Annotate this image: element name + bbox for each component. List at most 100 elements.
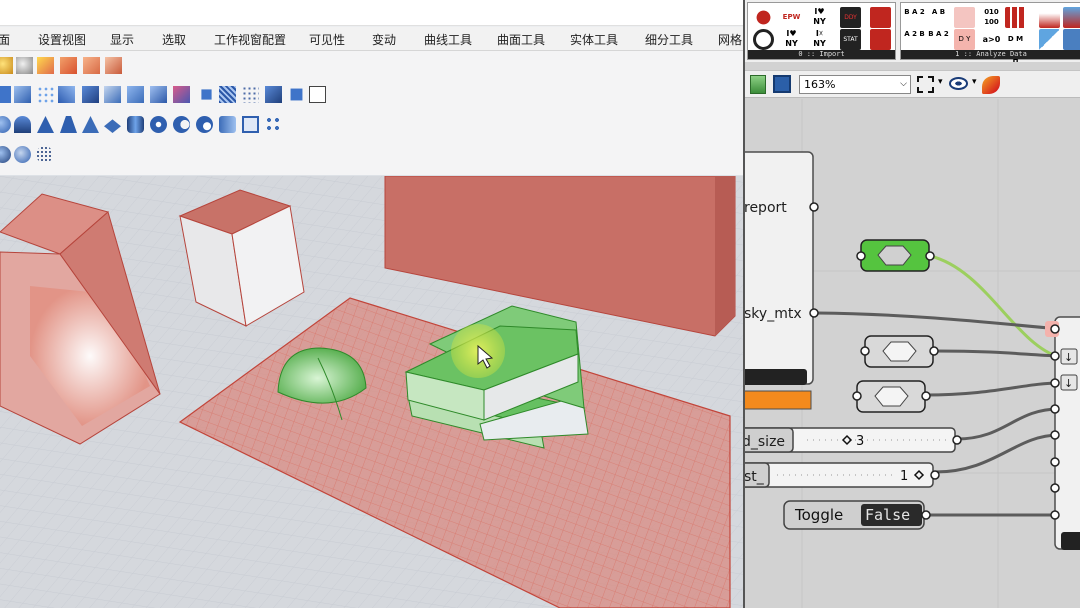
menu-tab-curve-tools[interactable]: 曲线工具: [424, 31, 472, 48]
point-sphere-icon[interactable]: [36, 146, 53, 163]
tube-icon[interactable]: [219, 116, 236, 133]
search-icon[interactable]: [753, 29, 774, 50]
toggle-label: Toggle: [794, 506, 843, 524]
ladybug-icon[interactable]: [753, 7, 774, 28]
save-icon[interactable]: [773, 75, 791, 93]
surface-tool-icon[interactable]: [60, 57, 77, 74]
sort-ab-icon[interactable]: A B: [928, 7, 949, 28]
chart-icon[interactable]: [1063, 29, 1080, 50]
menu-tab-set-view[interactable]: 设置视图: [38, 31, 86, 48]
surface-tool-2-icon[interactable]: [83, 57, 100, 74]
pyramid-icon[interactable]: [82, 116, 99, 133]
render-flame-icon[interactable]: [982, 76, 1000, 94]
i-love-ny-icon[interactable]: I♥ NY: [809, 7, 830, 28]
boolean-toggle[interactable]: Toggle False: [783, 500, 931, 530]
point-cloud-icon[interactable]: [242, 86, 259, 103]
surface-lock-icon[interactable]: [0, 57, 13, 74]
output-port-sky-mtx[interactable]: [809, 308, 819, 318]
i-x-ny-icon[interactable]: I☓ NY: [809, 29, 830, 50]
sphere-icon[interactable]: [0, 116, 11, 133]
torus-partial-icon[interactable]: [173, 116, 190, 133]
menu-tab-viewport-layout[interactable]: 工作视窗配置: [214, 31, 286, 48]
dy-icon[interactable]: D Y: [954, 29, 975, 50]
sort-ba2-icon[interactable]: B A 2: [928, 29, 949, 50]
sweep-icon[interactable]: [58, 86, 75, 103]
menu-tab-display[interactable]: 显示: [110, 31, 134, 48]
open-file-icon[interactable]: [750, 75, 766, 94]
dmh-icon[interactable]: D M H: [1005, 29, 1026, 64]
box-outline-icon[interactable]: [309, 86, 326, 103]
wea-icon[interactable]: [870, 29, 891, 50]
menu-tab-0[interactable]: 面: [0, 31, 10, 48]
thermometer-icon[interactable]: [1039, 7, 1060, 28]
plane-icon[interactable]: [14, 86, 31, 103]
preview-dropdown-icon[interactable]: ▾: [972, 77, 977, 87]
menu-tab-mesh[interactable]: 网格: [718, 31, 742, 48]
i-love-ny-2-icon[interactable]: I♥ NY: [781, 29, 802, 50]
mesh-surface-icon[interactable]: [219, 86, 236, 103]
preview-eye-icon[interactable]: [949, 77, 968, 90]
surface-edit-icon[interactable]: [37, 57, 54, 74]
toggle-value[interactable]: False: [865, 506, 910, 524]
ladybug-component[interactable]: report sky_mtx: [745, 151, 819, 385]
cross-icon[interactable]: A 2 B: [904, 29, 925, 50]
gear-icon[interactable]: [265, 116, 282, 133]
sort-ba-icon[interactable]: B A 2: [904, 7, 925, 28]
heightfield-icon[interactable]: [265, 86, 282, 103]
sphere-solid-icon[interactable]: [14, 146, 31, 163]
number-slider-grid-size[interactable]: d_size 3: [745, 427, 962, 453]
cylinder-icon[interactable]: [127, 116, 144, 133]
number-slider-dist[interactable]: st_ 1: [745, 462, 940, 488]
sketch-icon[interactable]: [917, 76, 934, 93]
orange-panel[interactable]: [745, 390, 812, 410]
zoom-select[interactable]: 163% ⌵: [799, 75, 911, 94]
menu-tab-surface-tools[interactable]: 曲面工具: [497, 31, 545, 48]
green-geometry-param[interactable]: [856, 239, 935, 272]
ellipsoid-icon[interactable]: [150, 116, 167, 133]
dome-icon[interactable]: [14, 116, 31, 133]
grasshopper-canvas-toolbar: 163% ⌵ ▾ ▾: [745, 70, 1080, 98]
menu-tab-subd-tools[interactable]: 细分工具: [645, 31, 693, 48]
small-box-icon[interactable]: [201, 89, 212, 100]
cone-icon[interactable]: [37, 116, 54, 133]
output-port-report[interactable]: [809, 202, 819, 212]
truncated-cone-icon[interactable]: [60, 116, 77, 133]
stat-icon[interactable]: STAT: [840, 29, 861, 50]
hex-grid-icon[interactable]: [954, 7, 975, 28]
drape-icon[interactable]: [173, 86, 190, 103]
sphere-blend-icon[interactable]: [0, 146, 11, 163]
input-report[interactable]: report: [745, 200, 787, 216]
surface-pin-icon[interactable]: [16, 57, 33, 74]
cube-icon[interactable]: [104, 86, 121, 103]
slider-value-grid-size: 3: [856, 434, 864, 449]
menu-tab-solid-tools[interactable]: 实体工具: [570, 31, 618, 48]
pipe-icon[interactable]: [242, 116, 259, 133]
wind-icon[interactable]: [1039, 29, 1060, 50]
sun-path-icon[interactable]: [870, 7, 891, 28]
table-icon[interactable]: [1005, 7, 1026, 28]
perspective-viewport[interactable]: [0, 176, 743, 608]
ddy-icon[interactable]: DDY: [840, 7, 861, 28]
arrow-surface-icon[interactable]: [290, 88, 303, 101]
geometry-param-3[interactable]: [852, 380, 931, 413]
extrude-icon[interactable]: [82, 86, 99, 103]
conditional-icon[interactable]: a>0: [981, 29, 1002, 50]
epw-icon[interactable]: EPW: [781, 7, 802, 28]
binary-icon[interactable]: 010 100: [981, 7, 1002, 28]
torus-icon[interactable]: [196, 116, 213, 133]
menu-tab-transform[interactable]: 变动: [372, 31, 396, 48]
box-icon[interactable]: [0, 86, 11, 103]
loft-icon[interactable]: [127, 86, 144, 103]
gradient-icon[interactable]: [1063, 7, 1080, 28]
menu-tab-visibility[interactable]: 可见性: [309, 31, 345, 48]
grasshopper-canvas[interactable]: report sky_mtx d_size 3 st_ 1 Toggle Fal…: [745, 99, 1080, 608]
surface-tool-3-icon[interactable]: [105, 57, 122, 74]
geometry-param-2[interactable]: [860, 335, 939, 368]
patch-icon[interactable]: [150, 86, 167, 103]
points-grid-icon[interactable]: [37, 86, 54, 103]
truncated-pyramid-icon[interactable]: [104, 119, 121, 133]
slider-value-dist: 1: [900, 469, 908, 484]
input-sky-mtx[interactable]: sky_mtx: [745, 306, 802, 322]
menu-tab-select[interactable]: 选取: [162, 31, 186, 48]
sketch-dropdown-icon[interactable]: ▾: [938, 77, 943, 87]
